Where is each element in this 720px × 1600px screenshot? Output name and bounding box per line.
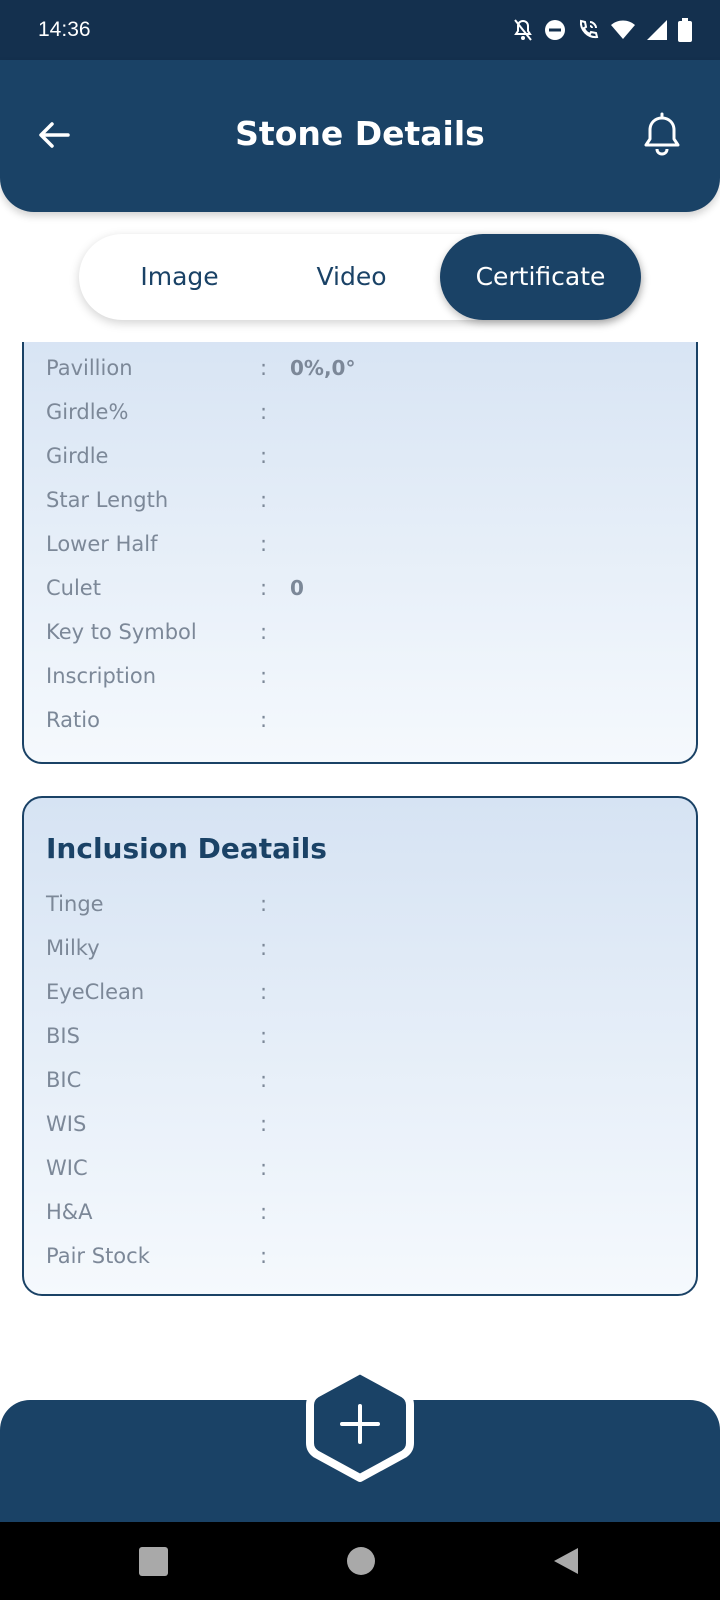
bell-off-icon <box>512 18 534 46</box>
row-label: Culet <box>46 576 101 600</box>
app-header: Stone Details <box>0 60 720 212</box>
row-label: Lower Half <box>46 532 158 556</box>
row-colon: : <box>260 532 268 556</box>
tab-video[interactable]: Video <box>269 234 434 320</box>
inclusion-details-card: Inclusion Deatails Tinge : Milky : EyeCl… <box>22 796 698 1296</box>
detail-row: Ratio : <box>24 702 696 742</box>
row-label: WIC <box>46 1156 88 1180</box>
detail-row: BIC : <box>24 1062 696 1102</box>
row-label: Milky <box>46 936 100 960</box>
detail-row: Culet : 0 <box>24 570 696 610</box>
detail-row: Pavillion : 0%,0° <box>24 350 696 390</box>
row-label: Ratio <box>46 708 100 732</box>
detail-row: Key to Symbol : <box>24 614 696 654</box>
detail-row: Lower Half : <box>24 526 696 566</box>
do-not-disturb-icon <box>544 19 566 45</box>
row-label: Pair Stock <box>46 1244 150 1268</box>
tab-image[interactable]: Image <box>97 234 262 320</box>
detail-row: Milky : <box>24 930 696 970</box>
system-back-button[interactable] <box>552 1546 580 1576</box>
bell-icon <box>644 112 680 156</box>
wifi-icon <box>610 19 636 45</box>
row-colon: : <box>260 1200 268 1224</box>
measurements-card: Pavillion : 0%,0° Girdle% : Girdle : Sta… <box>22 342 698 764</box>
row-colon: : <box>260 936 268 960</box>
row-colon: : <box>260 1244 268 1268</box>
recents-button[interactable] <box>139 1547 168 1576</box>
plus-icon <box>306 1366 414 1482</box>
detail-row: H&A : <box>24 1194 696 1234</box>
row-value: 0%,0° <box>290 356 356 380</box>
row-colon: : <box>260 400 268 424</box>
row-colon: : <box>260 1024 268 1048</box>
detail-row: Star Length : <box>24 482 696 522</box>
row-colon: : <box>260 708 268 732</box>
row-label: Inscription <box>46 664 157 688</box>
detail-row: BIS : <box>24 1018 696 1058</box>
cell-signal-icon <box>646 19 668 45</box>
row-colon: : <box>260 356 268 380</box>
row-colon: : <box>260 1112 268 1136</box>
media-tabs: Image Video Certificate <box>79 234 641 320</box>
card-title: Inclusion Deatails <box>46 832 327 865</box>
battery-icon <box>678 18 692 46</box>
system-nav-bar <box>0 1522 720 1600</box>
row-label: BIS <box>46 1024 80 1048</box>
status-icons <box>512 18 692 46</box>
row-colon: : <box>260 444 268 468</box>
page-title: Stone Details <box>235 114 485 153</box>
row-colon: : <box>260 488 268 512</box>
row-value: 0 <box>290 576 304 600</box>
row-label: Girdle% <box>46 400 129 424</box>
row-label: WIS <box>46 1112 87 1136</box>
detail-row: Girdle% : <box>24 394 696 434</box>
row-label: Star Length <box>46 488 169 512</box>
row-colon: : <box>260 576 268 600</box>
detail-row: Girdle : <box>24 438 696 478</box>
detail-row: EyeClean : <box>24 974 696 1014</box>
row-colon: : <box>260 1156 268 1180</box>
status-bar: 14:36 <box>0 0 720 62</box>
row-colon: : <box>260 620 268 644</box>
notifications-button[interactable] <box>640 112 684 158</box>
details-scroll-area[interactable]: Pavillion : 0%,0° Girdle% : Girdle : Sta… <box>0 342 720 1402</box>
row-label: BIC <box>46 1068 82 1092</box>
detail-row: Inscription : <box>24 658 696 698</box>
row-label: Tinge <box>46 892 104 916</box>
row-label: H&A <box>46 1200 93 1224</box>
add-button[interactable] <box>302 1364 418 1484</box>
detail-row: WIS : <box>24 1106 696 1146</box>
row-label: EyeClean <box>46 980 145 1004</box>
row-label: Key to Symbol <box>46 620 197 644</box>
detail-row: WIC : <box>24 1150 696 1190</box>
detail-row: Tinge : <box>24 886 696 926</box>
detail-row: Pair Stock : <box>24 1238 696 1278</box>
wifi-call-icon <box>576 18 600 46</box>
tab-certificate[interactable]: Certificate <box>440 234 641 320</box>
home-button[interactable] <box>347 1547 375 1575</box>
row-label: Pavillion <box>46 356 133 380</box>
row-label: Girdle <box>46 444 109 468</box>
row-colon: : <box>260 664 268 688</box>
row-colon: : <box>260 980 268 1004</box>
triangle-back-icon <box>554 1548 578 1574</box>
row-colon: : <box>260 892 268 916</box>
row-colon: : <box>260 1068 268 1092</box>
status-time: 14:36 <box>38 18 91 41</box>
